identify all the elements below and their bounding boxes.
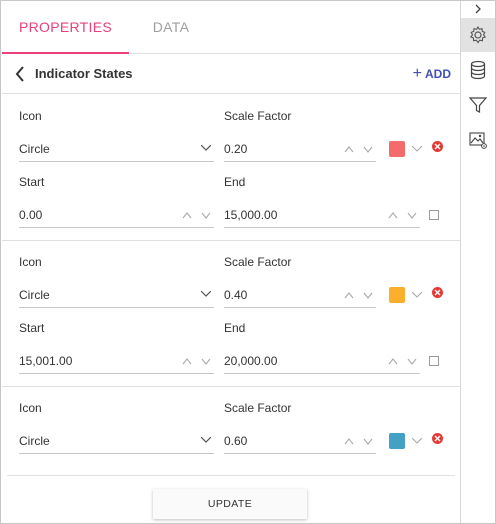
database-icon[interactable] [461, 53, 495, 87]
start-input[interactable]: 0.00 [19, 202, 214, 228]
page-title: Indicator States [35, 66, 133, 81]
numeric-spinner-icon[interactable] [344, 144, 374, 154]
color-dropdown-icon[interactable] [412, 146, 422, 152]
end-input[interactable]: 15,000.00 [224, 202, 420, 228]
numeric-spinner-icon[interactable] [344, 436, 374, 446]
color-swatch[interactable] [389, 433, 405, 449]
icon-label: Icon [19, 255, 42, 269]
start-label: Start [19, 175, 45, 189]
numeric-spinner-icon[interactable] [344, 290, 374, 300]
start-label: Start [19, 321, 45, 335]
right-toolbar [460, 1, 495, 523]
icon-value: Circle [19, 288, 50, 302]
icon-dropdown[interactable]: Circle [19, 136, 214, 162]
start-input[interactable]: 15,001.00 [19, 348, 214, 374]
section-header: Indicator States + ADD [2, 54, 461, 94]
back-arrow-icon[interactable] [11, 64, 29, 84]
chevron-down-icon [201, 291, 211, 297]
numeric-spinner-icon[interactable] [388, 356, 418, 366]
delete-state-icon[interactable] [432, 287, 443, 298]
end-label: End [224, 175, 246, 189]
tab-properties[interactable]: PROPERTIES [2, 2, 129, 54]
state-checkbox[interactable] [429, 356, 439, 366]
add-button[interactable]: + ADD [413, 54, 451, 94]
chevron-down-icon [201, 145, 211, 151]
indicator-state-3: Icon Scale Factor Circle 0.60 [2, 386, 461, 466]
end-input[interactable]: 20,000.00 [224, 348, 420, 374]
delete-state-icon[interactable] [432, 433, 443, 444]
gear-icon[interactable] [461, 18, 495, 52]
indicator-state-2: Icon Scale Factor Circle 0.40 Start End … [2, 240, 461, 386]
icon-label: Icon [19, 401, 42, 415]
tab-data[interactable]: DATA [129, 2, 213, 54]
numeric-spinner-icon[interactable] [388, 210, 418, 220]
delete-state-icon[interactable] [432, 141, 443, 152]
scale-factor-value: 0.20 [224, 142, 248, 156]
icon-label: Icon [19, 109, 42, 123]
state-checkbox[interactable] [429, 210, 439, 220]
image-settings-icon[interactable] [461, 123, 495, 157]
indicator-state-1: Icon Scale Factor Circle 0.20 Start End … [2, 94, 461, 240]
app-frame: PROPERTIES DATA Indicator States + ADD I… [0, 0, 496, 524]
end-value: 20,000.00 [224, 354, 278, 368]
chevron-down-icon [201, 437, 211, 443]
chevron-right-icon[interactable] [461, 1, 495, 17]
color-swatch[interactable] [389, 287, 405, 303]
add-button-label: ADD [425, 67, 451, 81]
icon-value: Circle [19, 142, 50, 156]
icon-value: Circle [19, 434, 50, 448]
scale-factor-input[interactable]: 0.40 [224, 282, 376, 308]
color-dropdown-icon[interactable] [412, 438, 422, 444]
plus-icon: + [412, 65, 422, 82]
scale-factor-input[interactable]: 0.20 [224, 136, 376, 162]
start-value: 0.00 [19, 208, 43, 222]
start-value: 15,001.00 [19, 354, 73, 368]
scale-factor-value: 0.60 [224, 434, 248, 448]
color-dropdown-icon[interactable] [412, 292, 422, 298]
icon-dropdown[interactable]: Circle [19, 282, 214, 308]
scale-factor-input[interactable]: 0.60 [224, 428, 376, 454]
numeric-spinner-icon[interactable] [182, 356, 212, 366]
scale-factor-value: 0.40 [224, 288, 248, 302]
divider [7, 475, 455, 476]
properties-panel: PROPERTIES DATA Indicator States + ADD I… [2, 2, 461, 523]
update-button[interactable]: UPDATE [153, 489, 307, 519]
end-value: 15,000.00 [224, 208, 278, 222]
numeric-spinner-icon[interactable] [182, 210, 212, 220]
scale-factor-label: Scale Factor [224, 109, 292, 123]
scale-factor-label: Scale Factor [224, 255, 292, 269]
color-swatch[interactable] [389, 141, 405, 157]
scale-factor-label: Scale Factor [224, 401, 292, 415]
icon-dropdown[interactable]: Circle [19, 428, 214, 454]
end-label: End [224, 321, 246, 335]
filter-icon[interactable] [461, 88, 495, 122]
tab-bar: PROPERTIES DATA [2, 2, 461, 54]
